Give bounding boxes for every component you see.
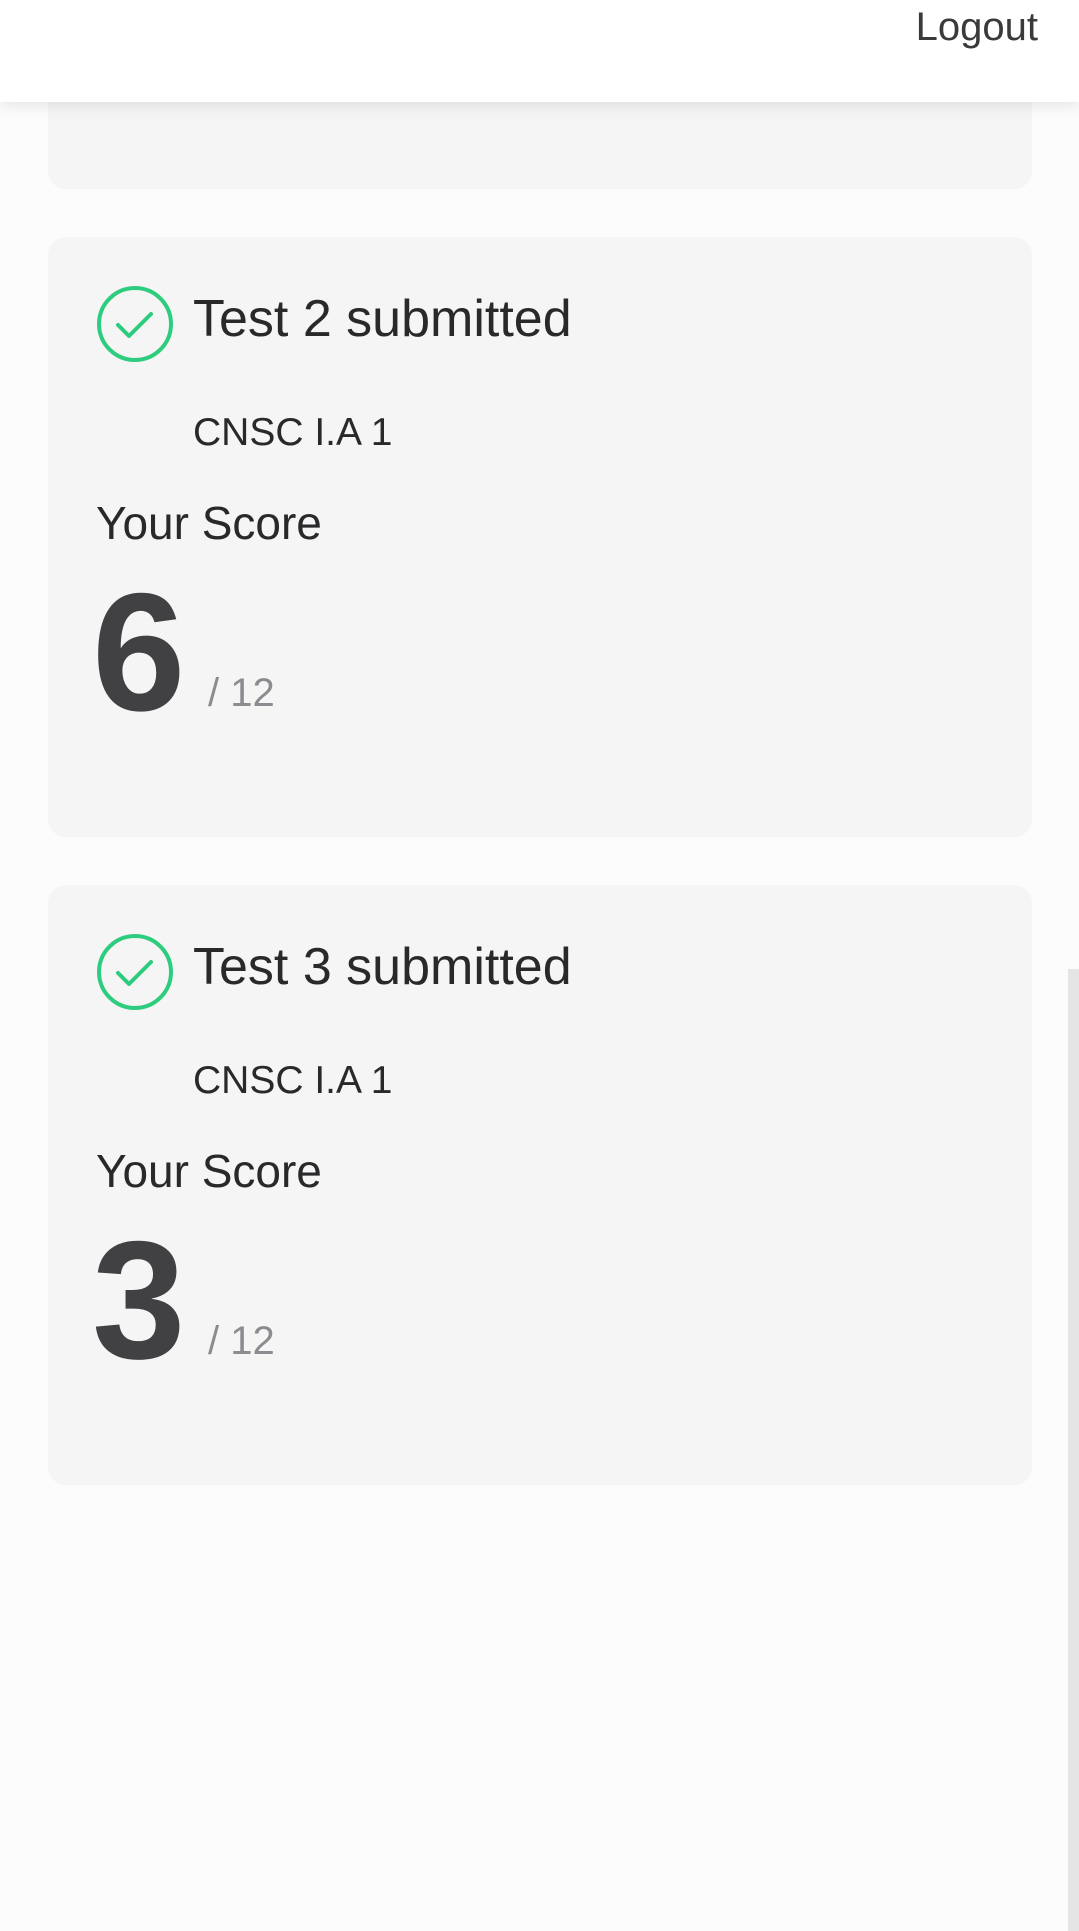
score-label: Your Score [96, 1145, 322, 1197]
test-name: CNSC I.A 1 [193, 411, 393, 454]
check-circle-icon [96, 285, 174, 363]
logout-link[interactable]: Logout [916, 2, 1038, 52]
scrollbar-track[interactable] [1068, 969, 1079, 1931]
test-result-card: Test 2 submitted CNSC I.A 1 Your Score 6… [48, 237, 1032, 837]
test-name: CNSC I.A 1 [193, 1059, 393, 1102]
score-total: / 12 [208, 1319, 275, 1363]
submission-status-title: Test 3 submitted [193, 938, 572, 996]
top-header: Logout [0, 0, 1079, 102]
submission-status-title: Test 2 submitted [193, 290, 572, 348]
score-value: 6 [92, 558, 186, 746]
test-result-card: Test 3 submitted CNSC I.A 1 Your Score 3… [48, 885, 1032, 1485]
score-total: / 12 [208, 671, 275, 715]
score-value: 3 [92, 1206, 186, 1394]
check-circle-icon [96, 933, 174, 1011]
score-label: Your Score [96, 497, 322, 549]
